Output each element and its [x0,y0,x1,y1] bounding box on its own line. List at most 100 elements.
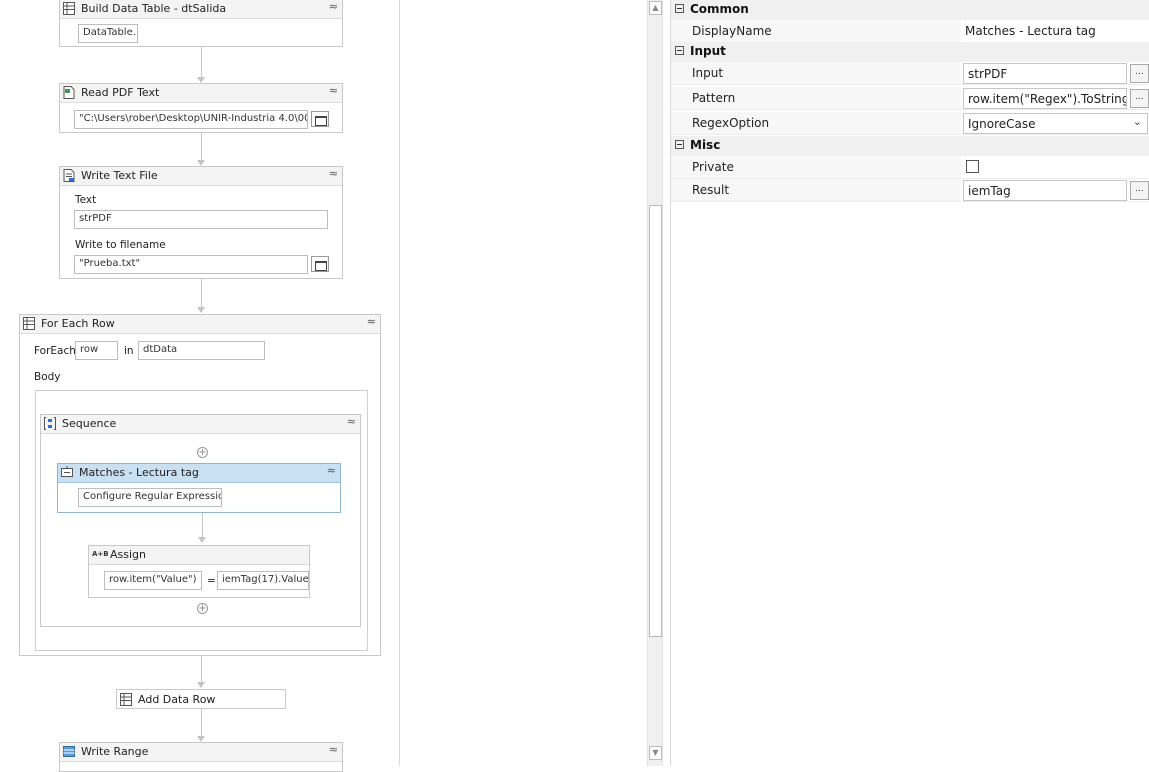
collapse-icon[interactable]: ≈ [347,415,356,428]
connector [201,709,202,736]
collection-input[interactable]: dtData [138,341,265,360]
activity-title: Sequence [62,417,117,430]
private-checkbox[interactable] [966,160,979,173]
connector [202,513,203,537]
filename-input[interactable]: "Prueba.txt" [74,255,308,274]
workflow-designer: Build Data Table - dtSalida ≈ DataTable.… [0,0,400,772]
regex-match-icon [61,466,73,477]
connector [201,656,202,682]
matches-activity[interactable]: Matches - Lectura tag ≈ Configure Regula… [57,463,341,513]
collapse-icon[interactable]: ≈ [327,464,336,477]
data-table-icon [23,317,35,330]
sequence-activity[interactable]: Sequence ≈ + Matches - Lectura tag ≈ Con… [40,414,361,627]
collapse-icon[interactable]: ≈ [329,0,338,13]
collapse-category-icon[interactable] [675,4,684,13]
category-input[interactable]: Input [671,42,1149,62]
assign-icon: A+B [92,550,109,558]
properties-panel: Common DisplayName Matches - Lectura tag… [670,0,1149,766]
activity-header: Build Data Table - dtSalida ≈ [60,0,342,19]
foreach-label: ForEach [34,345,76,357]
write-file-icon [63,169,75,182]
collapse-category-icon[interactable] [675,46,684,55]
category-misc[interactable]: Misc [671,136,1149,156]
vertical-scrollbar[interactable]: ▲ ▼ [647,0,663,766]
activity-title: Write Range [81,745,149,758]
activity-title: For Each Row [41,317,115,330]
property-row-pattern: Pattern row.item("Regex").ToString ... [671,87,1149,110]
add-data-row-activity[interactable]: Add Data Row [116,689,286,709]
property-row-displayname: DisplayName Matches - Lectura tag [671,20,1149,43]
assign-value-input[interactable]: iemTag(17).Value [217,571,309,590]
data-table-icon [63,2,75,15]
ellipsis-button[interactable]: ... [1130,181,1149,200]
collapse-category-icon[interactable] [675,140,684,149]
scroll-down-icon[interactable]: ▼ [649,746,662,760]
scroll-up-icon[interactable]: ▲ [649,1,662,15]
result-value-field[interactable]: iemTag [963,180,1127,201]
property-row-regexoption: RegexOption IgnoreCase ⌄ [671,112,1149,135]
activity-header: Write Text File ≈ [60,167,342,186]
equals-label: = [207,575,216,587]
datatable-button[interactable]: DataTable... [78,24,138,43]
activity-header: Write Range ≈ [60,743,342,762]
build-data-table-activity[interactable]: Build Data Table - dtSalida ≈ DataTable.… [59,0,343,47]
category-common[interactable]: Common [671,0,1149,20]
property-label: Pattern [692,91,736,105]
assign-activity[interactable]: A+B Assign row.item("Value") = iemTag(17… [88,545,310,598]
activity-header: A+B Assign [89,546,309,565]
collapse-icon[interactable]: ≈ [329,84,338,97]
category-name: Common [690,2,749,16]
assign-to-input[interactable]: row.item("Value") [104,571,202,590]
file-path-input[interactable]: "C:\Users\rober\Desktop\UNIR-Industria 4… [74,110,308,129]
connector-arrow [198,537,206,543]
activity-header: Matches - Lectura tag ≈ [58,464,340,483]
folder-browse-icon[interactable] [311,256,329,272]
scrollbar-thumb[interactable] [649,205,662,637]
property-row-private: Private [671,156,1149,179]
body-label: Body [34,371,61,383]
configure-regex-button[interactable]: Configure Regular Expression... [78,488,222,507]
select-value: IgnoreCase [968,117,1036,131]
connector [201,133,202,160]
activity-header: Sequence ≈ [41,415,360,434]
collapse-icon[interactable]: ≈ [329,743,338,756]
activity-title: Build Data Table - dtSalida [81,2,227,15]
activity-title: Matches - Lectura tag [79,466,199,479]
read-pdf-text-activity[interactable]: Read PDF Text ≈ "C:\Users\rober\Desktop\… [59,83,343,133]
text-label: Text [75,194,97,206]
collapse-icon[interactable]: ≈ [329,167,338,180]
activity-header: Read PDF Text ≈ [60,84,342,103]
property-label: RegexOption [692,116,770,130]
data-table-icon [120,693,132,706]
regexoption-select[interactable]: IgnoreCase ⌄ [963,113,1148,134]
pattern-value-field[interactable]: row.item("Regex").ToString [963,88,1127,109]
for-each-row-activity[interactable]: For Each Row ≈ ForEach row in dtData Bod… [19,314,381,656]
property-label: DisplayName [692,24,772,38]
activity-title: Read PDF Text [81,86,160,99]
write-range-activity[interactable]: Write Range ≈ [59,742,343,772]
add-activity-icon[interactable]: + [197,603,208,614]
displayname-value[interactable]: Matches - Lectura tag [965,24,1096,38]
foreach-item-input[interactable]: row [75,341,118,360]
folder-browse-icon[interactable] [311,111,329,127]
connector-arrow [197,307,205,313]
add-activity-icon[interactable]: + [197,447,208,458]
excel-range-icon [63,746,75,757]
write-text-file-activity[interactable]: Write Text File ≈ Text strPDF Write to f… [59,166,343,279]
ellipsis-button[interactable]: ... [1130,89,1149,108]
ellipsis-button[interactable]: ... [1130,64,1149,83]
category-name: Input [690,44,726,58]
activity-title: Add Data Row [138,693,216,706]
sequence-icon [44,417,56,430]
connector [201,47,202,77]
property-label: Result [692,183,730,197]
collapse-icon[interactable]: ≈ [367,315,376,328]
pdf-file-icon [63,86,75,99]
filename-label: Write to filename [75,239,166,251]
body-container: Sequence ≈ + Matches - Lectura tag ≈ Con… [35,390,368,651]
connector [201,279,202,307]
input-value-field[interactable]: strPDF [963,63,1127,84]
text-input[interactable]: strPDF [74,210,328,229]
property-row-result: Result iemTag ... [671,179,1149,202]
activity-title: Assign [110,548,146,561]
